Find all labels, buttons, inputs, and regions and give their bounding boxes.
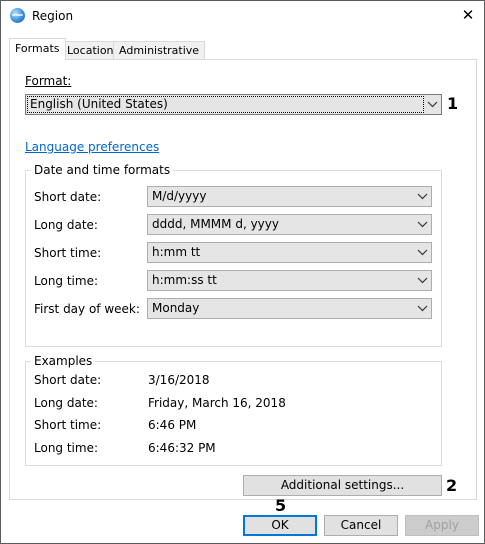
annotation-marker-2: 2 [446,476,458,495]
format-label-text: Format: [25,74,72,88]
first-day-of-week-value: Monday [152,301,200,315]
chevron-down-icon [417,305,428,312]
tab-location[interactable]: Location [61,41,120,59]
date-time-formats-title: Date and time formats [31,163,174,177]
chevron-down-icon [427,101,438,108]
region-dialog: Region ✕ Formats Location Administrative… [0,0,485,544]
cancel-button[interactable]: Cancel [324,515,398,536]
short-time-format-value: h:mm tt [152,245,201,259]
long-date-label: Long date: [34,218,98,232]
example-long-time-value: 6:46:32 PM [148,441,216,455]
example-long-time-label: Long time: [34,441,99,455]
first-day-of-week-dropdown[interactable]: Monday [147,298,432,319]
format-label: Format: [25,74,71,88]
title-bar: Region ✕ [1,1,484,31]
example-short-time-label: Short time: [34,418,102,432]
long-time-label: Long time: [34,274,99,288]
chevron-down-icon [417,277,428,284]
first-day-of-week-label: First day of week: [34,302,140,316]
example-long-date-label: Long date: [34,396,98,410]
examples-title: Examples [31,354,96,368]
example-short-date-value: 3/16/2018 [148,373,210,387]
example-short-date-label: Short date: [34,373,102,387]
tab-administrative[interactable]: Administrative [113,41,206,59]
annotation-marker-5: 5 [275,496,287,515]
annotation-marker-1: 1 [447,94,459,113]
language-preferences-link[interactable]: Language preferences [25,140,159,154]
ok-button[interactable]: OK [243,515,317,536]
short-date-label: Short date: [34,190,102,204]
long-time-dropdown[interactable]: h:mm:ss tt [147,270,432,291]
format-dropdown[interactable]: English (United States) [25,94,442,115]
tab-formats[interactable]: Formats [9,38,66,60]
chevron-down-icon [417,249,428,256]
additional-settings-button[interactable]: Additional settings... [243,475,442,496]
short-date-format-value: M/d/yyyy [152,189,207,203]
short-time-dropdown[interactable]: h:mm tt [147,242,432,263]
short-time-label: Short time: [34,246,102,260]
apply-button[interactable]: Apply [405,515,479,536]
example-short-time-value: 6:46 PM [148,418,197,432]
example-long-date-value: Friday, March 16, 2018 [148,396,286,410]
long-date-dropdown[interactable]: dddd, MMMM d, yyyy [147,214,432,235]
format-value: English (United States) [30,97,168,111]
chevron-down-icon [417,193,428,200]
chevron-down-icon [417,221,428,228]
globe-icon [10,8,25,23]
long-time-format-value: h:mm:ss tt [152,273,217,287]
close-icon[interactable]: ✕ [458,5,478,25]
short-date-dropdown[interactable]: M/d/yyyy [147,186,432,207]
window-title: Region [32,9,74,23]
long-date-format-value: dddd, MMMM d, yyyy [152,217,279,231]
